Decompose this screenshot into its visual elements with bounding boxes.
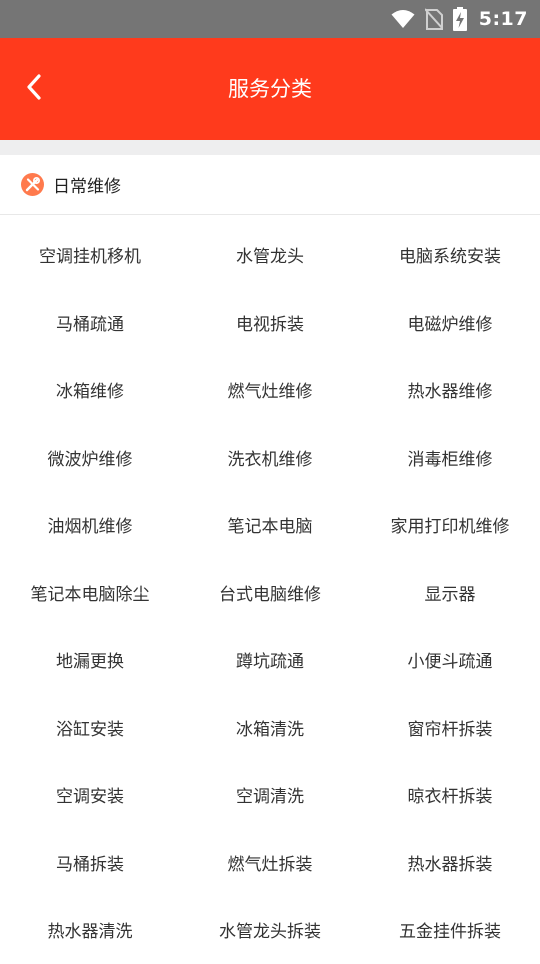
section-title: 日常维修: [53, 177, 121, 197]
section-divider: [0, 140, 540, 155]
service-item[interactable]: 微波炉维修: [0, 424, 180, 492]
service-item[interactable]: 空调清洗: [180, 761, 360, 829]
page-title: 服务分类: [228, 77, 312, 101]
section-header: 日常维修: [0, 155, 540, 215]
status-bar: 5:17: [0, 0, 540, 38]
service-item[interactable]: 热水器维修: [360, 356, 540, 424]
service-item[interactable]: 马桶拆装: [0, 829, 180, 897]
service-grid: 空调挂机移机 水管龙头 电脑系统安装 马桶疏通 电视拆装 电磁炉维修 冰箱维修 燃气灶维修 热水…: [0, 221, 540, 964]
service-item[interactable]: 台式电脑维修: [180, 559, 360, 627]
service-item[interactable]: 蹲坑疏通: [180, 626, 360, 694]
service-item[interactable]: 电脑系统安装: [360, 221, 540, 289]
service-item[interactable]: 家用打印机维修: [360, 491, 540, 559]
service-item[interactable]: 空调挂机移机: [0, 221, 180, 289]
status-time: 5:17: [478, 8, 528, 30]
service-item[interactable]: 燃气灶拆装: [180, 829, 360, 897]
app-bar: 服务分类: [0, 38, 540, 140]
service-item[interactable]: 地漏更换: [0, 626, 180, 694]
service-item[interactable]: 燃气灶维修: [180, 356, 360, 424]
service-item[interactable]: 热水器清洗: [0, 896, 180, 964]
service-item[interactable]: 水管龙头: [180, 221, 360, 289]
no-sim-icon: [424, 8, 443, 30]
chevron-left-icon: [26, 74, 42, 104]
service-item[interactable]: 小便斗疏通: [360, 626, 540, 694]
service-item[interactable]: 洗衣机维修: [180, 424, 360, 492]
repair-tools-icon: [21, 173, 44, 196]
service-item[interactable]: 马桶疏通: [0, 289, 180, 357]
service-item[interactable]: 笔记本电脑: [180, 491, 360, 559]
service-item[interactable]: 冰箱清洗: [180, 694, 360, 762]
service-item[interactable]: 水管龙头拆装: [180, 896, 360, 964]
service-item[interactable]: 电视拆装: [180, 289, 360, 357]
service-item[interactable]: 显示器: [360, 559, 540, 627]
service-item[interactable]: 空调安装: [0, 761, 180, 829]
back-button[interactable]: [14, 69, 54, 109]
wifi-icon: [391, 9, 415, 29]
service-item[interactable]: 电磁炉维修: [360, 289, 540, 357]
service-item[interactable]: 消毒柜维修: [360, 424, 540, 492]
battery-charging-icon: [452, 7, 467, 31]
service-item[interactable]: 窗帘杆拆装: [360, 694, 540, 762]
service-item[interactable]: 笔记本电脑除尘: [0, 559, 180, 627]
service-item[interactable]: 五金挂件拆装: [360, 896, 540, 964]
service-item[interactable]: 油烟机维修: [0, 491, 180, 559]
service-item[interactable]: 热水器拆装: [360, 829, 540, 897]
service-item[interactable]: 浴缸安装: [0, 694, 180, 762]
service-item[interactable]: 晾衣杆拆装: [360, 761, 540, 829]
service-item[interactable]: 冰箱维修: [0, 356, 180, 424]
